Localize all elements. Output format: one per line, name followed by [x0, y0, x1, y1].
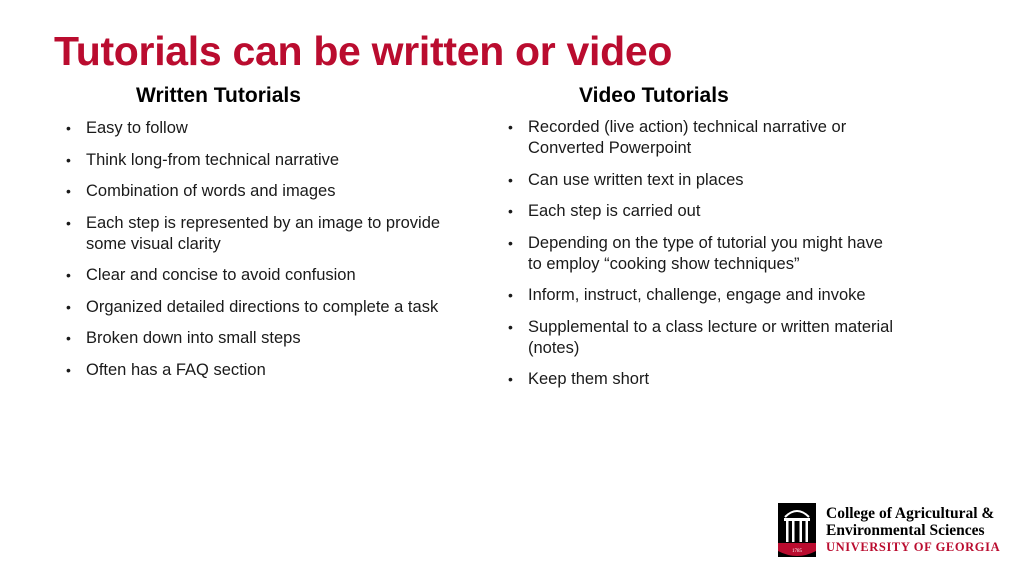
- bullet-text: Can use written text in places: [528, 170, 744, 189]
- bullet-item: • Combination of words and images: [64, 181, 444, 202]
- bullet-item: • Clear and concise to avoid confusion: [64, 265, 444, 286]
- bullet-text: Depending on the type of tutorial you mi…: [528, 233, 883, 273]
- bullet-icon: •: [66, 267, 71, 283]
- bullet-icon: •: [508, 287, 513, 303]
- bullet-item: • Keep them short: [506, 369, 896, 390]
- video-tutorials-heading: Video Tutorials: [579, 84, 729, 107]
- bullet-item: • Can use written text in places: [506, 170, 896, 191]
- bullet-item: • Depending on the type of tutorial you m…: [506, 233, 896, 275]
- bullet-icon: •: [508, 171, 513, 188]
- video-tutorials-list: • Recorded (live action) technical narrat…: [506, 117, 896, 401]
- bullet-text: Often has a FAQ section: [86, 360, 266, 379]
- bullet-text: Broken down into small steps: [86, 329, 301, 347]
- bullet-text: Organized detailed directions to complet…: [86, 297, 439, 316]
- bullet-text: Combination of words and images: [86, 182, 336, 200]
- bullet-icon: •: [508, 318, 513, 335]
- bullet-icon: •: [66, 120, 71, 136]
- slide-title: Tutorials can be written or video: [54, 28, 673, 74]
- bullet-icon: •: [508, 234, 513, 251]
- uga-caes-logo: 1785 College of Agricultural & Environme…: [778, 503, 1000, 557]
- bullet-text: Inform, instruct, challenge, engage and …: [528, 286, 866, 304]
- bullet-item: • Supplemental to a class lecture or writ…: [506, 317, 896, 359]
- bullet-icon: •: [66, 183, 71, 199]
- bullet-item: • Broken down into small steps: [64, 328, 444, 349]
- bullet-icon: •: [66, 330, 71, 346]
- bullet-item: • Each step is carried out: [506, 201, 896, 222]
- bullet-item: • Often has a FAQ section: [64, 360, 444, 381]
- bullet-item: • Inform, instruct, challenge, engage and…: [506, 285, 896, 306]
- bullet-item: • Organized detailed directions to comple…: [64, 297, 444, 318]
- bullet-icon: •: [66, 298, 71, 315]
- bullet-text: Recorded (live action) technical narrati…: [528, 118, 847, 157]
- bullet-text: Each step is carried out: [528, 202, 701, 220]
- bullet-text: Keep them short: [528, 370, 650, 388]
- bullet-text: Clear and concise to avoid confusion: [86, 266, 356, 284]
- bullet-icon: •: [508, 371, 513, 387]
- bullet-icon: •: [508, 203, 513, 219]
- bullet-item: • Easy to follow: [64, 118, 444, 139]
- logo-college-line1: College of Agricultural &: [826, 505, 995, 522]
- written-tutorials-heading: Written Tutorials: [136, 84, 301, 107]
- logo-university: UNIVERSITY OF GEORGIA: [826, 540, 1001, 554]
- bullet-text: Each step is represented by an image to …: [86, 213, 441, 253]
- bullet-item: • Think long-from technical narrative: [64, 150, 444, 171]
- bullet-icon: •: [66, 151, 71, 168]
- bullet-text: Think long-from technical narrative: [86, 150, 340, 169]
- bullet-item: • Each step is represented by an image to…: [64, 213, 444, 255]
- bullet-icon: •: [66, 361, 71, 378]
- bullet-icon: •: [66, 214, 71, 231]
- bullet-text: Supplemental to a class lecture or writt…: [528, 317, 893, 357]
- bullet-item: • Recorded (live action) technical narrat…: [506, 117, 896, 159]
- arch-icon: 1785: [778, 503, 816, 557]
- logo-year: 1785: [792, 549, 803, 554]
- logo-college-line2: Environmental Sciences: [826, 522, 985, 539]
- bullet-text: Easy to follow: [86, 119, 188, 137]
- bullet-icon: •: [508, 119, 513, 135]
- written-tutorials-list: • Easy to follow • Think long-from technica…: [64, 118, 444, 391]
